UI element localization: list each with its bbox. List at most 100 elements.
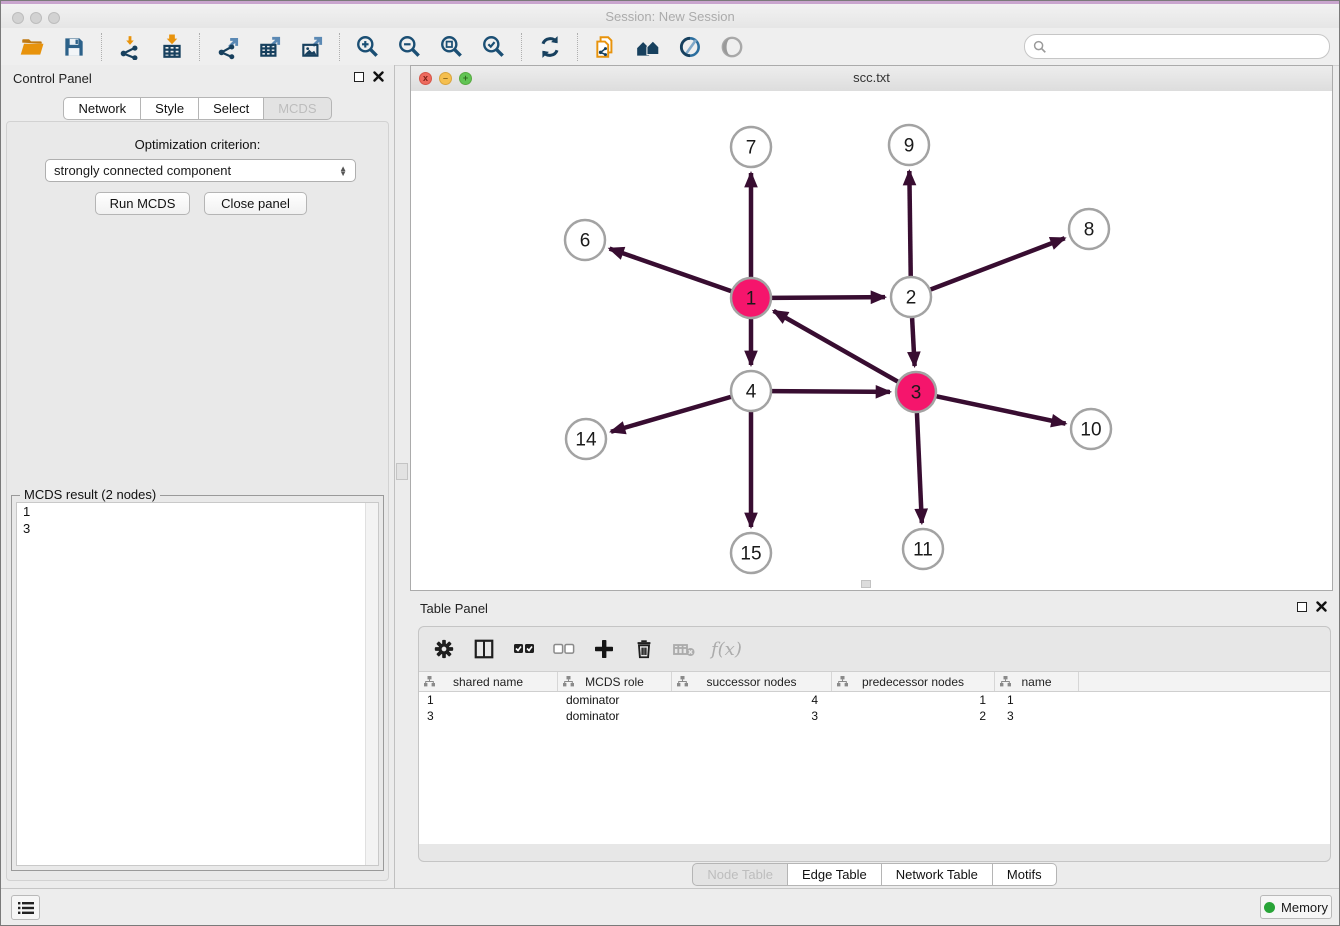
table-cell: 3 <box>672 708 832 724</box>
column-type-icon <box>563 676 574 687</box>
close-table-panel-icon[interactable] <box>1316 601 1327 612</box>
table-panel: Table Panel <box>410 596 1339 889</box>
graph-node-1[interactable]: 1 <box>731 278 771 318</box>
graph-edge-1-2[interactable] <box>772 297 885 298</box>
network-title: scc.txt <box>411 70 1332 85</box>
graph-node-6[interactable]: 6 <box>565 220 605 260</box>
tab-edge-table[interactable]: Edge Table <box>788 863 882 886</box>
graph-node-9[interactable]: 9 <box>889 125 929 165</box>
mcds-result-list[interactable]: 1 3 <box>16 502 379 866</box>
network-canvas[interactable]: 7 9 6 8 1 2 4 3 14 10 15 11 <box>411 91 1332 590</box>
run-mcds-button[interactable]: Run MCDS <box>95 192 190 215</box>
graph-edge-2-8[interactable] <box>931 238 1065 289</box>
network-graph[interactable]: 7 9 6 8 1 2 4 3 14 10 15 11 <box>411 91 1332 590</box>
graph-node-4[interactable]: 4 <box>731 371 771 411</box>
canvas-resize-grip[interactable] <box>861 580 871 588</box>
table-header-row: shared nameMCDS rolesuccessor nodesprede… <box>419 672 1330 692</box>
table-cell: 1 <box>419 692 558 708</box>
node-table[interactable]: shared nameMCDS rolesuccessor nodesprede… <box>419 671 1330 844</box>
hide-selected-icon[interactable] <box>677 34 703 60</box>
graph-node-3[interactable]: 3 <box>896 372 936 412</box>
zoom-selected-icon[interactable] <box>481 34 507 60</box>
clone-network-icon[interactable] <box>593 34 619 60</box>
result-scrollbar[interactable] <box>365 503 378 865</box>
node-label: 8 <box>1084 220 1095 241</box>
open-file-icon[interactable] <box>19 34 45 60</box>
export-table-icon[interactable] <box>257 34 283 60</box>
gear-icon[interactable] <box>431 636 457 662</box>
function-builder-icon[interactable]: f(x) <box>711 639 742 660</box>
zoom-fit-icon[interactable] <box>439 34 465 60</box>
table-cell: dominator <box>558 708 672 724</box>
import-network-icon[interactable] <box>117 34 143 60</box>
tab-mcds[interactable]: MCDS <box>264 97 331 120</box>
memory-status-icon <box>1264 902 1275 913</box>
first-neighbors-icon[interactable] <box>635 34 661 60</box>
table-cell: 2 <box>832 708 995 724</box>
column-header-predecessor-nodes[interactable]: predecessor nodes <box>832 672 995 691</box>
graph-edge-4-3[interactable] <box>772 391 890 392</box>
table-row[interactable]: 1dominator411 <box>419 692 1330 708</box>
tab-motifs[interactable]: Motifs <box>993 863 1057 886</box>
search-input[interactable] <box>1047 38 1321 55</box>
save-session-icon[interactable] <box>61 34 87 60</box>
graph-edge-1-6[interactable] <box>610 249 732 291</box>
graph-node-11[interactable]: 11 <box>903 529 943 569</box>
column-header-name[interactable]: name <box>995 672 1079 691</box>
graph-node-14[interactable]: 14 <box>566 419 606 459</box>
export-image-icon[interactable] <box>299 34 325 60</box>
column-type-icon <box>1000 676 1011 687</box>
network-window-titlebar[interactable]: x – + scc.txt <box>411 66 1332 92</box>
graph-edge-3-1[interactable] <box>774 311 898 382</box>
show-all-icon[interactable] <box>719 34 745 60</box>
column-header-MCDS-role[interactable]: MCDS role <box>558 672 672 691</box>
zoom-in-icon[interactable] <box>355 34 381 60</box>
graph-node-2[interactable]: 2 <box>891 277 931 317</box>
graph-edge-3-10[interactable] <box>937 396 1066 423</box>
close-panel-button[interactable]: Close panel <box>204 192 307 215</box>
delete-table-icon[interactable] <box>671 636 697 662</box>
graph-node-15[interactable]: 15 <box>731 533 771 573</box>
memory-button[interactable]: Memory <box>1260 895 1332 919</box>
column-type-icon <box>677 676 688 687</box>
zoom-out-icon[interactable] <box>397 34 423 60</box>
control-panel-title: Control Panel <box>13 71 92 86</box>
table-cell: dominator <box>558 692 672 708</box>
columns-icon[interactable] <box>471 636 497 662</box>
close-panel-icon[interactable] <box>373 71 384 82</box>
export-network-icon[interactable] <box>215 34 241 60</box>
column-header-successor-nodes[interactable]: successor nodes <box>672 672 832 691</box>
split-pane-grip[interactable] <box>396 463 408 480</box>
table-row[interactable]: 3dominator323 <box>419 708 1330 724</box>
tab-select[interactable]: Select <box>199 97 264 120</box>
graph-edge-2-9[interactable] <box>909 171 910 276</box>
table-panel-title: Table Panel <box>420 601 488 616</box>
float-table-panel-icon[interactable] <box>1297 602 1307 612</box>
task-history-button[interactable] <box>11 895 40 920</box>
add-column-icon[interactable] <box>591 636 617 662</box>
graph-edge-3-11[interactable] <box>917 413 922 523</box>
graph-node-8[interactable]: 8 <box>1069 209 1109 249</box>
optimization-criterion-dropdown[interactable]: strongly connected component ▲▼ <box>45 159 356 182</box>
column-header-shared-name[interactable]: shared name <box>419 672 558 691</box>
node-label: 1 <box>746 289 757 310</box>
float-panel-icon[interactable] <box>354 72 364 82</box>
tab-style[interactable]: Style <box>141 97 199 120</box>
apply-layout-icon[interactable] <box>537 34 563 60</box>
control-panel-tabs: Network Style Select MCDS <box>1 97 394 120</box>
tab-node-table[interactable]: Node Table <box>692 863 788 886</box>
search-field[interactable] <box>1024 34 1330 59</box>
graph-edge-4-14[interactable] <box>611 397 731 432</box>
delete-column-icon[interactable] <box>631 636 657 662</box>
select-all-icon[interactable] <box>511 636 537 662</box>
import-table-icon[interactable] <box>159 34 185 60</box>
tab-network-table[interactable]: Network Table <box>882 863 993 886</box>
column-type-icon <box>837 676 848 687</box>
graph-edge-2-3[interactable] <box>912 318 915 366</box>
graph-node-7[interactable]: 7 <box>731 127 771 167</box>
application-window: Session: New Session <box>0 0 1340 926</box>
toolbar-separator <box>101 33 103 61</box>
graph-node-10[interactable]: 10 <box>1071 409 1111 449</box>
tab-network[interactable]: Network <box>63 97 141 120</box>
deselect-all-icon[interactable] <box>551 636 577 662</box>
